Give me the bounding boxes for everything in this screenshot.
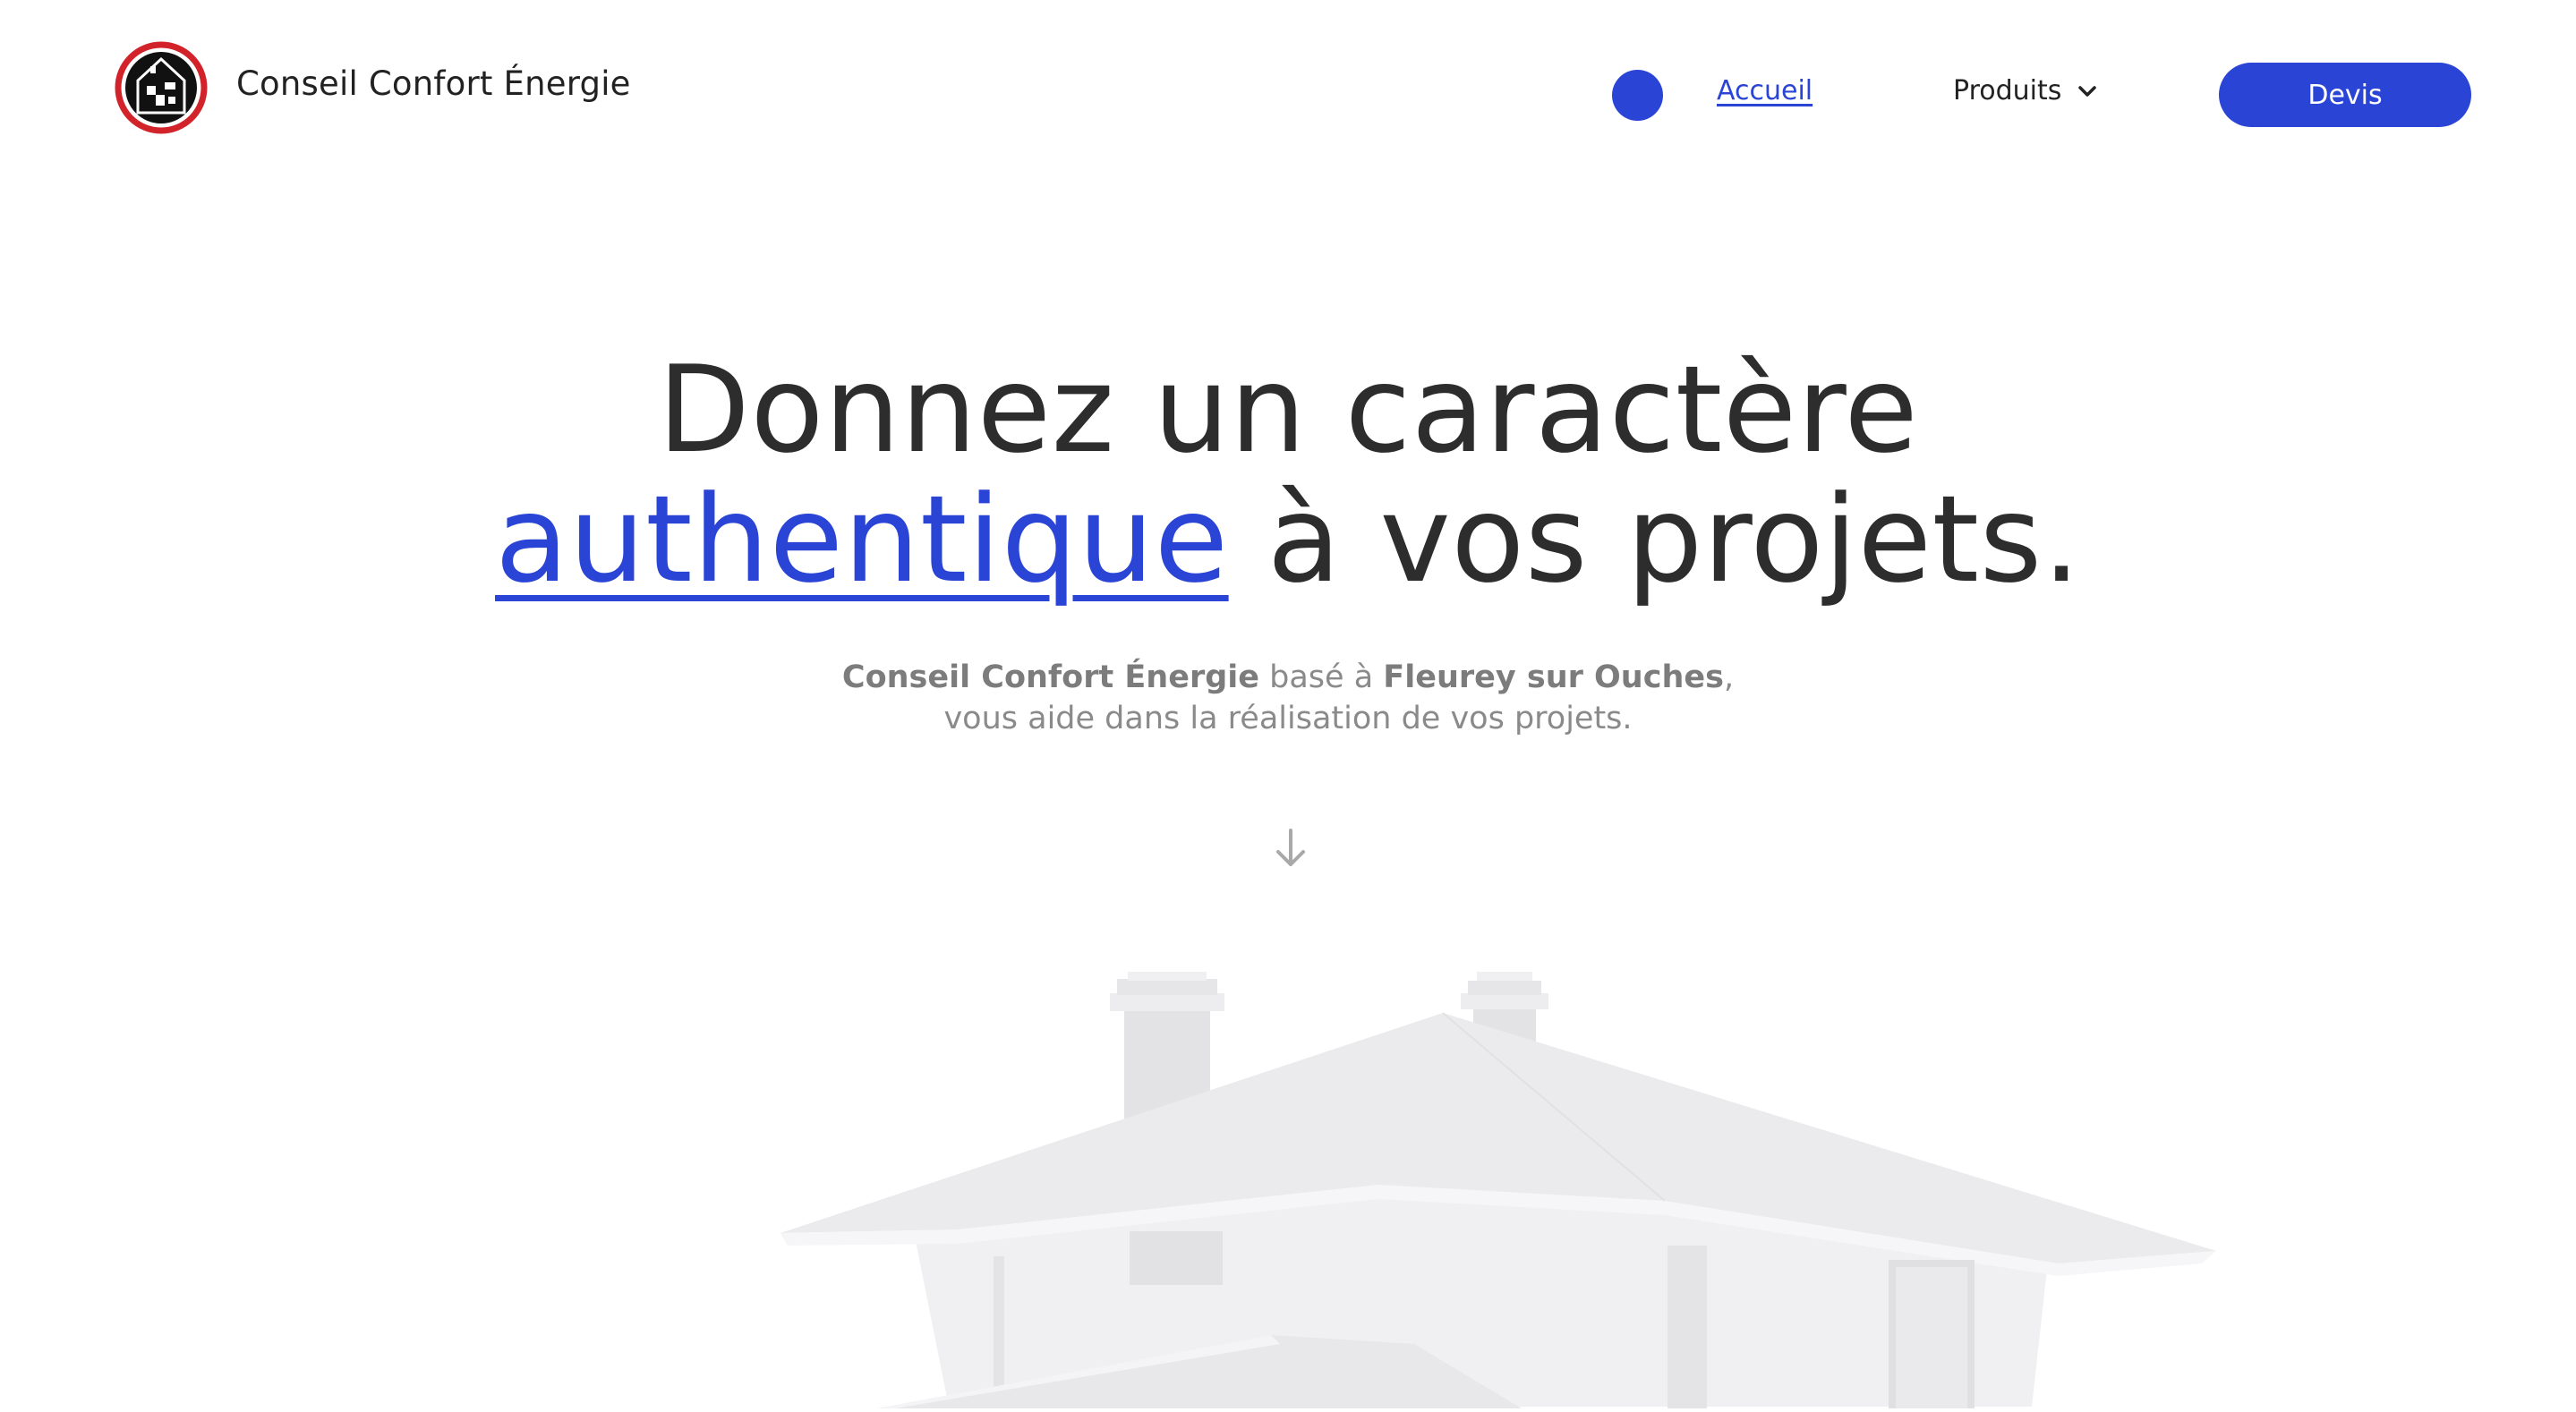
nav-dropdown-products[interactable]: Produits <box>1953 75 2097 106</box>
hero-subtitle-location: Fleurey sur Ouches <box>1383 659 1724 695</box>
arrow-down-icon[interactable] <box>1273 827 1309 870</box>
nav-link-home[interactable]: Accueil <box>1717 75 1813 106</box>
hero-title: Donnez un caractère authentique à vos pr… <box>0 345 2576 605</box>
hero-title-rest: à vos projets. <box>1267 470 2081 609</box>
devis-button[interactable]: Devis <box>2219 63 2471 127</box>
nav-products-label: Produits <box>1953 75 2062 106</box>
hero-subtitle: Conseil Confort Énergie basé à Fleurey s… <box>806 657 1770 739</box>
chevron-down-icon <box>2078 85 2097 97</box>
hero-title-accent: authentique <box>495 470 1229 609</box>
hero-subtitle-company: Conseil Confort Énergie <box>841 659 1259 695</box>
hero-subtitle-based: basé à <box>1269 659 1374 695</box>
hero-title-line1: Donnez un caractère <box>657 340 1919 480</box>
nav-dot-indicator[interactable] <box>1612 70 1663 121</box>
house-illustration <box>770 959 2220 1408</box>
house-logo-icon[interactable] <box>115 41 208 134</box>
brand-name[interactable]: Conseil Confort Énergie <box>236 64 631 103</box>
